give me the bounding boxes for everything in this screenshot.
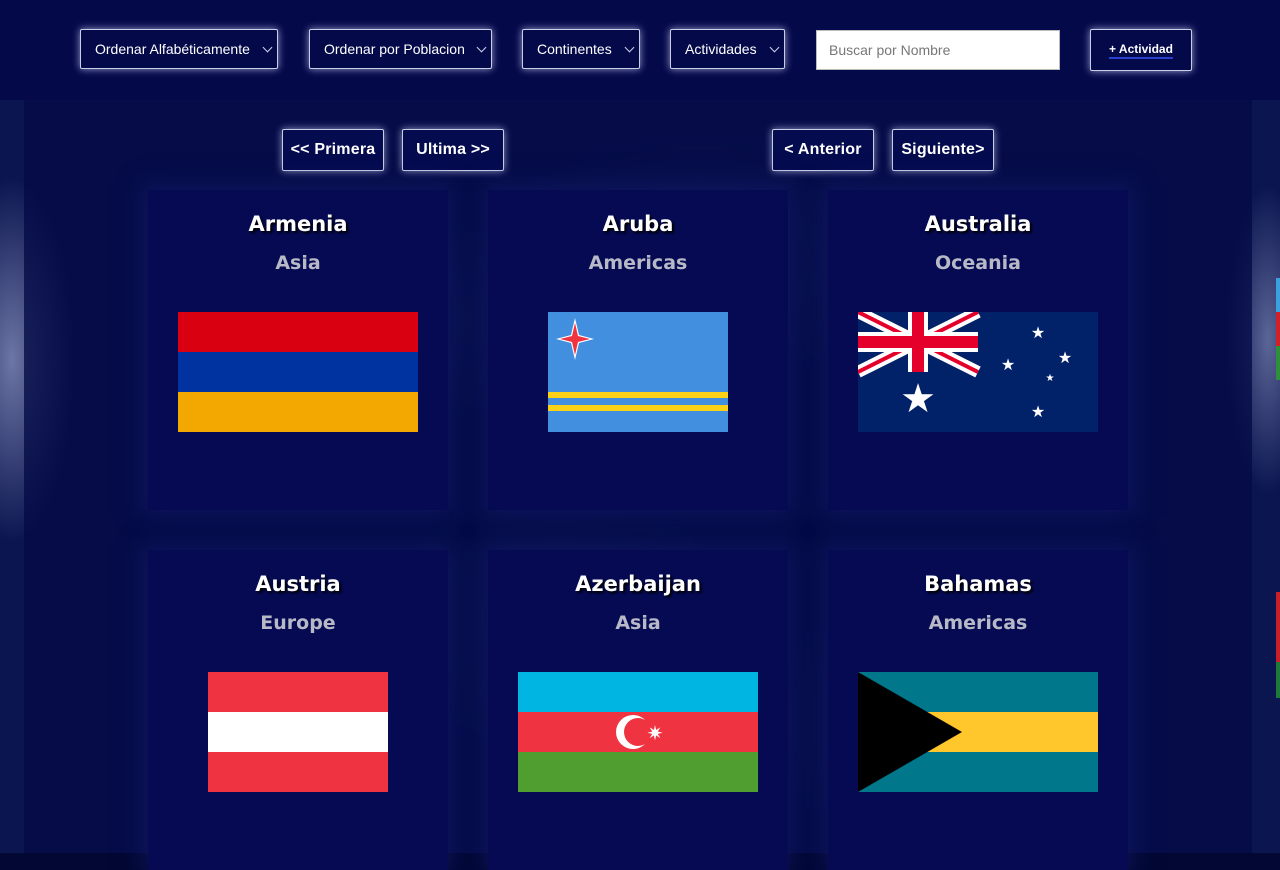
chevron-down-icon: [769, 42, 780, 53]
country-name: Aruba: [602, 212, 674, 236]
activities-label: Actividades: [685, 41, 757, 57]
svg-text:★: ★: [1058, 348, 1072, 367]
country-continent: Europe: [260, 612, 336, 634]
first-page-button[interactable]: << Primera: [282, 129, 384, 171]
last-page-button[interactable]: Ultima >>: [402, 129, 504, 171]
edge-fragment: [1276, 662, 1280, 698]
edge-fragment: [1276, 346, 1280, 380]
sort-population-select[interactable]: Ordenar por Poblacion: [309, 29, 492, 69]
azerbaijan-flag-icon: ✷: [518, 672, 758, 792]
next-page-button[interactable]: Siguiente>: [892, 129, 994, 171]
chevron-down-icon: [476, 42, 487, 53]
bahamas-flag-icon: [858, 672, 1098, 792]
svg-text:★: ★: [1031, 402, 1045, 421]
country-continent: Americas: [928, 612, 1028, 634]
continents-label: Continentes: [537, 41, 612, 57]
country-card[interactable]: Australia Oceania ★ ★ ★ ★ ★ ★: [828, 190, 1128, 510]
country-name: Armenia: [248, 212, 348, 236]
add-activity-label: + Actividad: [1109, 42, 1173, 59]
country-card[interactable]: Bahamas Americas: [828, 550, 1128, 870]
armenia-flag-icon: [178, 312, 418, 432]
add-activity-button[interactable]: + Actividad: [1090, 29, 1192, 71]
edge-fragment: [1276, 312, 1280, 346]
chevron-down-icon: [262, 42, 273, 53]
country-name: Azerbaijan: [575, 572, 701, 596]
country-card[interactable]: Austria Europe: [148, 550, 448, 870]
svg-text:★: ★: [1046, 373, 1055, 384]
activities-select[interactable]: Actividades: [670, 29, 785, 69]
sort-alphabetical-label: Ordenar Alfabéticamente: [95, 41, 250, 57]
continents-select[interactable]: Continentes: [522, 29, 640, 69]
edge-fragment: [1276, 592, 1280, 662]
previous-page-button[interactable]: < Anterior: [772, 129, 874, 171]
australia-flag-icon: ★ ★ ★ ★ ★ ★: [858, 312, 1098, 432]
edge-fragment: [1276, 278, 1280, 312]
aruba-flag-icon: [548, 312, 728, 432]
top-toolbar: Ordenar Alfabéticamente Ordenar por Pobl…: [0, 0, 1280, 100]
svg-text:✷: ✷: [647, 721, 664, 745]
country-name: Bahamas: [924, 572, 1032, 596]
country-card[interactable]: Azerbaijan Asia ✷: [488, 550, 788, 870]
svg-text:★: ★: [1031, 323, 1045, 342]
country-card[interactable]: Aruba Americas: [488, 190, 788, 510]
chevron-down-icon: [624, 42, 635, 53]
svg-text:★: ★: [900, 376, 936, 422]
country-continent: Americas: [588, 252, 688, 274]
austria-flag-icon: [208, 672, 388, 792]
country-continent: Asia: [275, 252, 321, 274]
search-input[interactable]: [816, 30, 1060, 70]
svg-text:★: ★: [1001, 355, 1015, 374]
country-name: Australia: [924, 212, 1032, 236]
country-continent: Asia: [615, 612, 661, 634]
country-continent: Oceania: [935, 252, 1021, 274]
country-name: Austria: [255, 572, 341, 596]
sort-alphabetical-select[interactable]: Ordenar Alfabéticamente: [80, 29, 278, 69]
sort-population-label: Ordenar por Poblacion: [324, 41, 465, 57]
country-card[interactable]: Armenia Asia: [148, 190, 448, 510]
